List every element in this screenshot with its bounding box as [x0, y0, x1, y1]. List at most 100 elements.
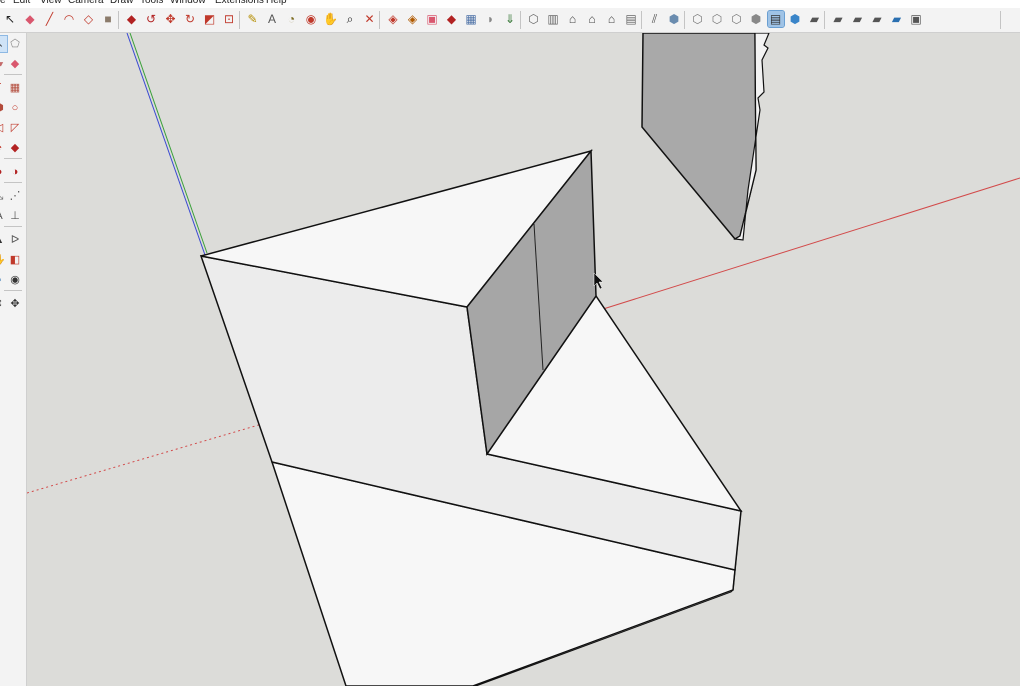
offset-tool-icon[interactable]: ◑ [7, 164, 23, 180]
toolbar-separator [824, 11, 825, 29]
solid-subtract-icon[interactable]: ▰ [869, 11, 885, 27]
push-pull-icon[interactable]: ◆ [124, 11, 140, 27]
solid-intersect-icon[interactable]: ▰ [850, 11, 866, 27]
style-builder-icon[interactable]: ◆ [444, 11, 460, 27]
circle-tool-icon[interactable]: ○ [7, 100, 23, 116]
paint-bucket-icon[interactable]: ■ [100, 11, 116, 27]
solid-trim-icon[interactable]: ▰ [889, 11, 905, 27]
back-view-icon[interactable]: ⌂ [604, 11, 620, 27]
section-fill-icon[interactable]: ◗ [483, 11, 499, 27]
hand-pan-icon[interactable]: ✋ [323, 11, 339, 27]
pan-tool-icon[interactable]: ✋ [0, 252, 7, 268]
menu-window[interactable]: Window [170, 0, 206, 6]
hidden-line-style-icon[interactable]: ⬡ [729, 11, 745, 27]
toolbar-separator [519, 11, 521, 29]
axes-tool-icon[interactable]: ⊥ [7, 208, 23, 224]
toolbar-separator [379, 11, 380, 29]
menu-extensions[interactable]: Extensions [215, 0, 264, 6]
follow-me-icon[interactable]: ↺ [143, 11, 159, 27]
move-icon[interactable]: ✥ [163, 11, 179, 27]
left-toolbar: ↖⬠▰◆ʃ▦⬢○◁◸◔◆◕◑⤡⋰A⊥▲ᐅ✋◧⌕◉⇕✥ [0, 33, 27, 686]
back-edges-style-icon[interactable]: ⬡ [690, 11, 706, 27]
orbit-icon[interactable]: ◉ [303, 11, 319, 27]
menu-view[interactable]: View [40, 0, 62, 6]
front-view-icon[interactable]: ⌂ [565, 11, 581, 27]
wireframe-style-icon[interactable]: ⬡ [709, 11, 725, 27]
dimension-tool-icon[interactable]: ⋰ [7, 188, 23, 204]
zoom-tool-icon[interactable]: ⌕ [0, 272, 7, 288]
make-component-icon[interactable]: ⬠ [7, 36, 23, 52]
sandbox-icon[interactable]: ▣ [908, 11, 924, 27]
iso-view-icon[interactable]: ⬡ [526, 11, 542, 27]
import-icon[interactable]: ⇓ [502, 11, 518, 27]
menu-bar: e Edit View Camera Draw Tools Window Extensions… [0, 0, 1020, 8]
tape-tool-icon[interactable]: ⤡ [0, 188, 7, 204]
zoom-extents-icon[interactable]: ✕ [362, 11, 378, 27]
arc-tool-icon[interactable]: ◸ [7, 120, 23, 136]
menu-help[interactable]: Help [266, 0, 287, 6]
back-panel-face[interactable] [641, 33, 757, 240]
freehand-tool-icon[interactable]: ʃ [0, 80, 7, 96]
toolbar-separator [238, 11, 240, 29]
menu-camera[interactable]: Camera [68, 0, 104, 6]
extension-warehouse-icon[interactable]: ◈ [405, 11, 421, 27]
toolbar-separator [117, 11, 119, 29]
zoom-icon[interactable]: ⌕ [342, 11, 358, 27]
rotated-rect-tool-icon[interactable]: ⬢ [0, 100, 7, 116]
left-view-icon[interactable]: ▤ [623, 11, 639, 27]
paint-tool-icon[interactable]: ▰ [0, 56, 7, 72]
walk-tool-icon[interactable]: ᐅ [7, 232, 23, 248]
look-around-tool-icon[interactable]: ⇕ [0, 296, 7, 312]
menu-draw[interactable]: Draw [110, 0, 133, 6]
right-view-icon[interactable]: ⌂ [584, 11, 600, 27]
zoom-window-tool-icon[interactable]: ◧ [7, 252, 23, 268]
warehouse-icon[interactable]: ◈ [385, 11, 401, 27]
left-toolbar-separator [4, 226, 22, 227]
pencil-icon[interactable]: ╱ [42, 11, 58, 27]
follow-me-tool-icon[interactable]: ◕ [0, 164, 7, 180]
xray-style-icon[interactable]: ⬢ [666, 11, 682, 27]
select-icon[interactable]: ↖ [2, 11, 18, 27]
component-icon[interactable]: ▰ [807, 11, 823, 27]
arc-icon[interactable]: ◠ [61, 11, 77, 27]
text-icon[interactable]: A [264, 11, 280, 27]
pie-tool-icon[interactable]: ◔ [0, 140, 7, 156]
select-tool-icon[interactable]: ↖ [0, 35, 8, 53]
scale-icon[interactable]: ◩ [202, 11, 218, 27]
rotate-icon[interactable]: ↻ [182, 11, 198, 27]
eraser-icon[interactable]: ◆ [22, 11, 38, 27]
monochrome-style-icon[interactable]: ⬢ [787, 11, 803, 27]
protractor-icon[interactable]: ◔ [284, 11, 300, 27]
scene-canvas[interactable] [27, 33, 1020, 686]
blue-axis-line [126, 33, 206, 256]
toolbar-separator [1000, 11, 1001, 29]
3d-text-tool-icon[interactable]: ▲ [0, 232, 7, 248]
toolbar-separator [683, 11, 685, 29]
walk-around-icon[interactable]: ✥ [7, 296, 23, 312]
push-pull-tool-icon[interactable]: ◆ [7, 140, 23, 156]
left-toolbar-separator [4, 74, 22, 75]
solid-union-icon[interactable]: ▰ [830, 11, 846, 27]
eraser-tool-icon[interactable]: ◆ [7, 56, 23, 72]
main-toolbar: ↖ ◆ ╱ ◠ ◇ ■ ◆ ↺ ✥ ↻ ◩ ⊡ ✎ A ◔ ◉ ✋ ⌕ ✕ ◈ ◈ ▣ ◆ ▦ ◗ ⇓ ⬡ ▥ ⌂ ⌂ ⌂ ▤ ⫽ ⬢ ⬡ ⬡ ⬡ ⬢ ▤ ⬢… [0, 8, 1020, 33]
menu-tools[interactable]: Tools [140, 0, 163, 6]
rectangle-tool-icon[interactable]: ▦ [7, 80, 23, 96]
shape-icon[interactable]: ◇ [81, 11, 97, 27]
red-axis-dashed-line [27, 423, 263, 494]
shaded-textures-style-icon[interactable]: ▤ [766, 10, 785, 28]
offset-icon[interactable]: ⊡ [221, 11, 237, 27]
orbit-tool-icon[interactable]: ◉ [7, 272, 23, 288]
tape-measure-icon[interactable]: ✎ [245, 11, 261, 27]
section-plane-icon[interactable]: ▦ [463, 11, 479, 27]
shaded-style-icon[interactable]: ⬢ [748, 11, 764, 27]
perspective-icon[interactable]: ⫽ [647, 11, 663, 27]
text-tool-icon[interactable]: A [0, 208, 7, 224]
menu-e[interactable]: e [0, 0, 6, 6]
layout-icon[interactable]: ▣ [424, 11, 440, 27]
menu-edit[interactable]: Edit [13, 0, 30, 6]
top-view-icon[interactable]: ▥ [545, 11, 561, 27]
modeling-viewport[interactable] [27, 33, 1020, 686]
left-toolbar-separator [4, 158, 22, 159]
polygon-tool-icon[interactable]: ◁ [0, 120, 7, 136]
left-toolbar-separator [4, 182, 22, 183]
